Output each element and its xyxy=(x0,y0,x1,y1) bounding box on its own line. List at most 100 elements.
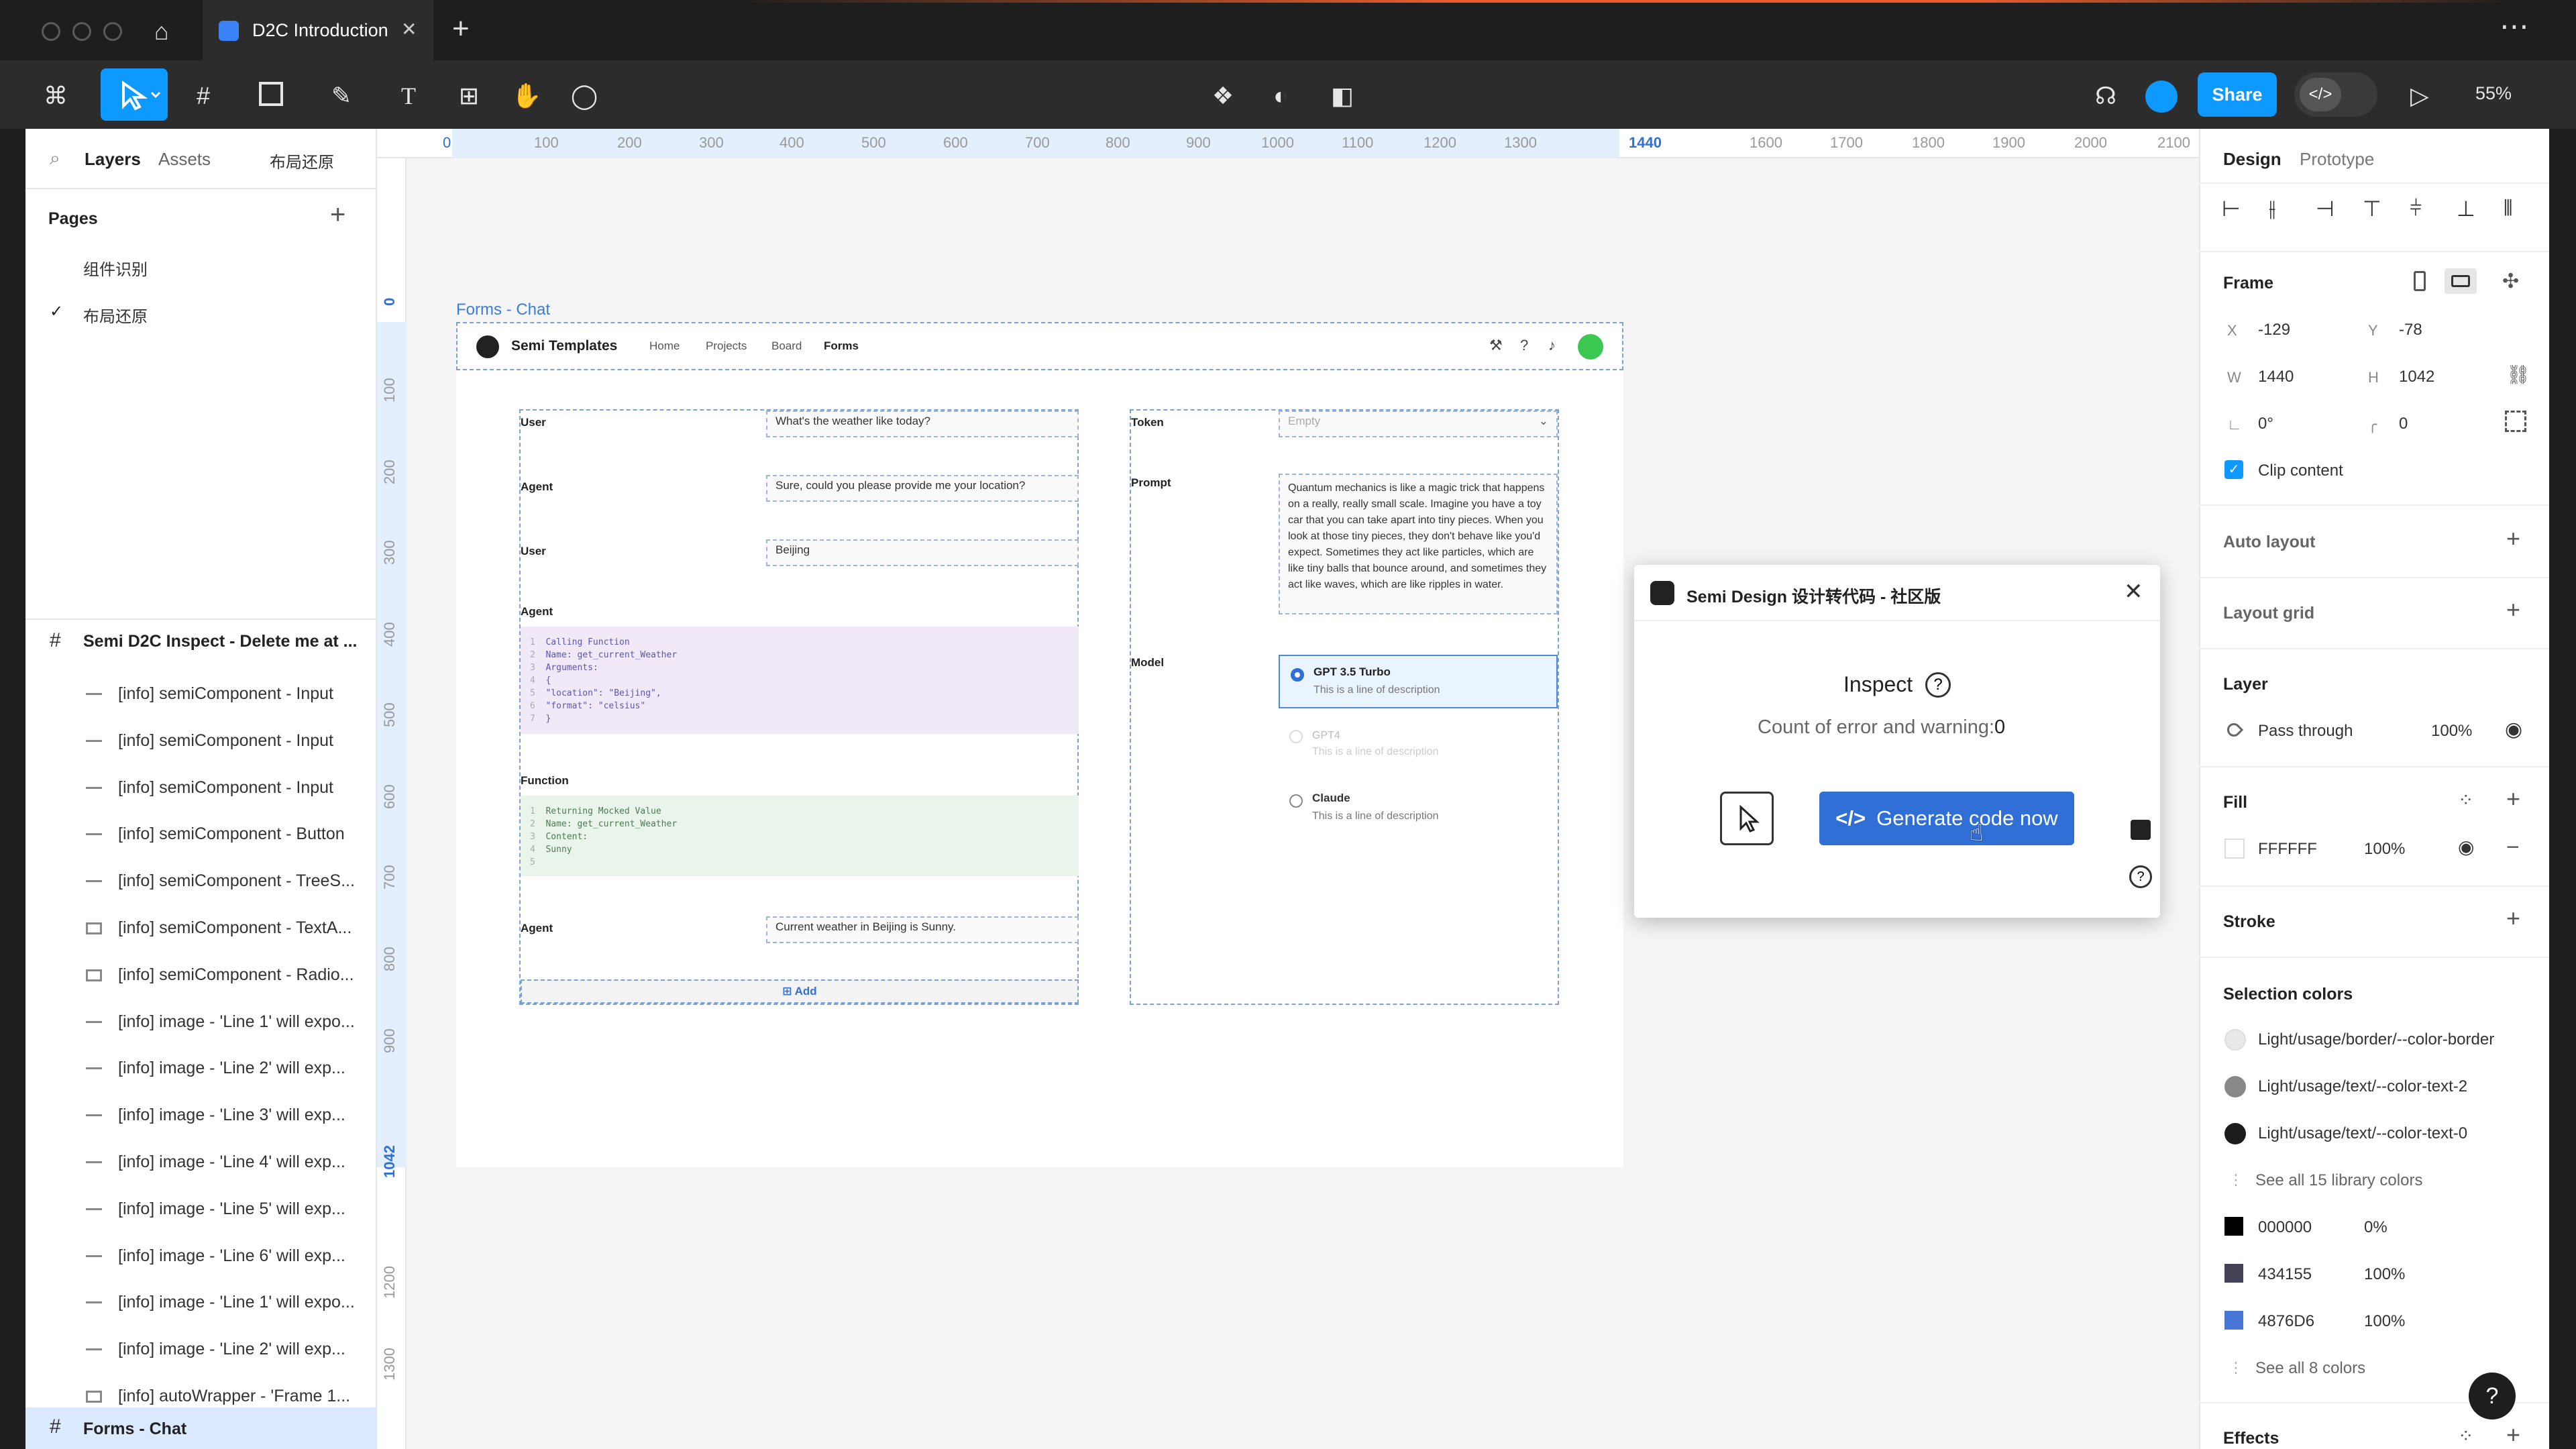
layer-row[interactable]: [info] semiComponent - TreeS... xyxy=(25,858,377,905)
text-tool-icon[interactable]: T xyxy=(393,80,424,111)
align-top-icon[interactable]: ⊤ xyxy=(2363,196,2381,221)
add-layout-grid-icon[interactable]: + xyxy=(2506,596,2520,624)
home-icon[interactable]: ⌂ xyxy=(154,17,181,45)
avatar[interactable] xyxy=(2145,80,2178,113)
nav-home[interactable]: Home xyxy=(649,339,680,353)
frame-label[interactable]: Forms - Chat xyxy=(456,301,550,319)
comment-icon[interactable]: ◯ xyxy=(569,80,600,111)
input-agent-message[interactable]: Sure, could you please provide me your l… xyxy=(766,475,1079,502)
help-icon[interactable]: ? xyxy=(1520,337,1528,354)
independent-corners-icon[interactable] xyxy=(2505,411,2526,432)
layer-row[interactable]: [info] semiComponent - Button xyxy=(25,811,377,858)
zoom-level[interactable]: 55% xyxy=(2475,83,2512,104)
user-avatar[interactable] xyxy=(1578,334,1603,360)
pen-tool-icon[interactable]: ✎ xyxy=(326,80,357,111)
nav-board[interactable]: Board xyxy=(771,339,802,353)
color-swatch[interactable] xyxy=(2224,1076,2246,1097)
fill-hex-input[interactable]: FFFFFF xyxy=(2258,840,2317,859)
portrait-icon[interactable] xyxy=(2414,271,2426,291)
shape-tool-icon[interactable] xyxy=(259,82,283,106)
window-zoom-dot[interactable] xyxy=(103,22,122,41)
color-opacity[interactable]: 100% xyxy=(2364,1265,2405,1284)
tab-design[interactable]: Design xyxy=(2223,149,2282,170)
help-icon[interactable]: ? xyxy=(1925,672,1951,698)
page-item-layout-restore[interactable]: 布局还原 xyxy=(83,303,148,327)
layer-row-forms-chat[interactable]: # Forms - Chat xyxy=(25,1407,377,1449)
headphones-icon[interactable]: ☊ xyxy=(2090,80,2121,111)
present-icon[interactable]: ▷ xyxy=(2404,80,2435,111)
frame-section-title[interactable]: Frame xyxy=(2223,274,2273,293)
radio-gpt35[interactable]: GPT 3.5 Turbo This is a line of descript… xyxy=(1279,655,1558,708)
add-effect-icon[interactable]: + xyxy=(2506,1421,2520,1449)
library-color-item[interactable]: Light/usage/text/--color-text-2 xyxy=(2258,1077,2467,1096)
dev-mode-toggle[interactable]: </> xyxy=(2294,72,2377,117)
help-icon[interactable]: ? xyxy=(2129,865,2152,888)
textarea-prompt[interactable]: Quantum mechanics is like a magic trick … xyxy=(1279,474,1558,614)
layer-row[interactable]: [info] semiComponent - TextA... xyxy=(25,905,377,952)
layer-row[interactable]: [info] semiComponent - Radio... xyxy=(25,952,377,999)
add-fill-icon[interactable]: + xyxy=(2506,785,2520,813)
distribute-icon[interactable]: ⫴ xyxy=(2504,196,2512,221)
bell-icon[interactable]: ♪ xyxy=(1548,337,1556,354)
tab-layers[interactable]: Layers xyxy=(85,149,141,170)
resources-icon[interactable]: ⊞ xyxy=(453,80,484,111)
layer-group-inspect[interactable]: Semi D2C Inspect - Delete me at ... xyxy=(83,632,357,651)
add-page-icon[interactable]: + xyxy=(330,200,345,230)
tab-assets[interactable]: Assets xyxy=(158,149,211,170)
layer-opacity-input[interactable]: 100% xyxy=(2431,722,2472,741)
remove-fill-icon[interactable]: − xyxy=(2506,835,2520,861)
new-tab-button[interactable]: + xyxy=(452,12,470,46)
main-menu-icon[interactable]: ⌘ xyxy=(40,80,71,111)
fill-opacity-input[interactable]: 100% xyxy=(2364,840,2405,859)
share-button[interactable]: Share xyxy=(2198,72,2277,117)
select-layer-button[interactable] xyxy=(1720,792,1774,845)
clip-content-checkbox[interactable]: ✓ xyxy=(2224,460,2243,479)
see-all-colors-link[interactable]: See all 8 colors xyxy=(2255,1359,2365,1378)
generate-code-button[interactable]: </> Generate code now xyxy=(1819,792,2074,845)
align-center-v-icon[interactable]: ⫩ xyxy=(2410,196,2422,221)
color-swatch[interactable] xyxy=(2224,1029,2246,1051)
layer-row[interactable]: [info] semiComponent - Input xyxy=(25,765,377,812)
tools-icon[interactable]: ⚒ xyxy=(1489,337,1503,354)
resize-icon[interactable]: ✣ xyxy=(2502,270,2519,293)
image-icon[interactable] xyxy=(2131,820,2151,840)
tab-prototype[interactable]: Prototype xyxy=(2300,149,2374,170)
radio-claude[interactable]: Claude This is a line of description xyxy=(1279,782,1558,836)
layer-row[interactable]: [info] semiComponent - Input xyxy=(25,718,377,765)
fill-swatch[interactable] xyxy=(2224,839,2245,859)
styles-icon[interactable]: ⁘ xyxy=(2458,1425,2473,1447)
layer-row[interactable]: [info] image - 'Line 1' will expo... xyxy=(25,1279,377,1326)
color-hex[interactable]: 000000 xyxy=(2258,1218,2312,1237)
close-icon[interactable]: ✕ xyxy=(2124,578,2143,605)
x-input[interactable]: -129 xyxy=(2258,321,2290,339)
layer-row[interactable]: [info] image - 'Line 5' will exp... xyxy=(25,1186,377,1233)
input-location[interactable]: Beijing xyxy=(766,539,1079,566)
radio-gpt4[interactable]: GPT4 This is a line of description xyxy=(1279,718,1558,771)
layer-row[interactable]: [info] image - 'Line 4' will exp... xyxy=(25,1139,377,1186)
eye-icon[interactable]: ◉ xyxy=(2505,718,2522,741)
layer-row[interactable]: [info] image - 'Line 1' will expo... xyxy=(25,999,377,1046)
constrain-proportions-icon[interactable]: ⛓ xyxy=(2506,364,2530,386)
library-color-item[interactable]: Light/usage/text/--color-text-0 xyxy=(2258,1124,2467,1143)
input-agent-reply[interactable]: Current weather in Beijing is Sunny. xyxy=(766,916,1079,943)
input-user-message[interactable]: What's the weather like today? xyxy=(766,411,1079,437)
more-icon[interactable]: ⋯ xyxy=(2500,9,2529,44)
color-swatch[interactable] xyxy=(2224,1311,2243,1330)
frame-tool-icon[interactable]: # xyxy=(188,80,219,111)
add-button[interactable]: ⊞ Add xyxy=(521,979,1079,1004)
layer-row[interactable]: [info] image - 'Line 2' will exp... xyxy=(25,1326,377,1373)
align-right-icon[interactable]: ⊣ xyxy=(2316,196,2334,221)
landscape-button[interactable] xyxy=(2445,268,2477,294)
boolean-icon[interactable]: ◧ xyxy=(1327,80,1358,111)
color-opacity[interactable]: 100% xyxy=(2364,1312,2405,1331)
color-opacity[interactable]: 0% xyxy=(2364,1218,2387,1237)
align-left-icon[interactable]: ⊢ xyxy=(2222,196,2241,221)
window-minimize-dot[interactable] xyxy=(72,22,91,41)
search-icon[interactable]: ⌕ xyxy=(50,148,60,170)
layer-row[interactable]: [info] image - 'Line 6' will exp... xyxy=(25,1233,377,1280)
radius-input[interactable]: 0 xyxy=(2399,415,2408,433)
width-input[interactable]: 1440 xyxy=(2258,368,2294,386)
y-input[interactable]: -78 xyxy=(2399,321,2422,339)
window-close-dot[interactable] xyxy=(42,22,60,41)
layer-row[interactable]: [info] semiComponent - Input xyxy=(25,671,377,718)
